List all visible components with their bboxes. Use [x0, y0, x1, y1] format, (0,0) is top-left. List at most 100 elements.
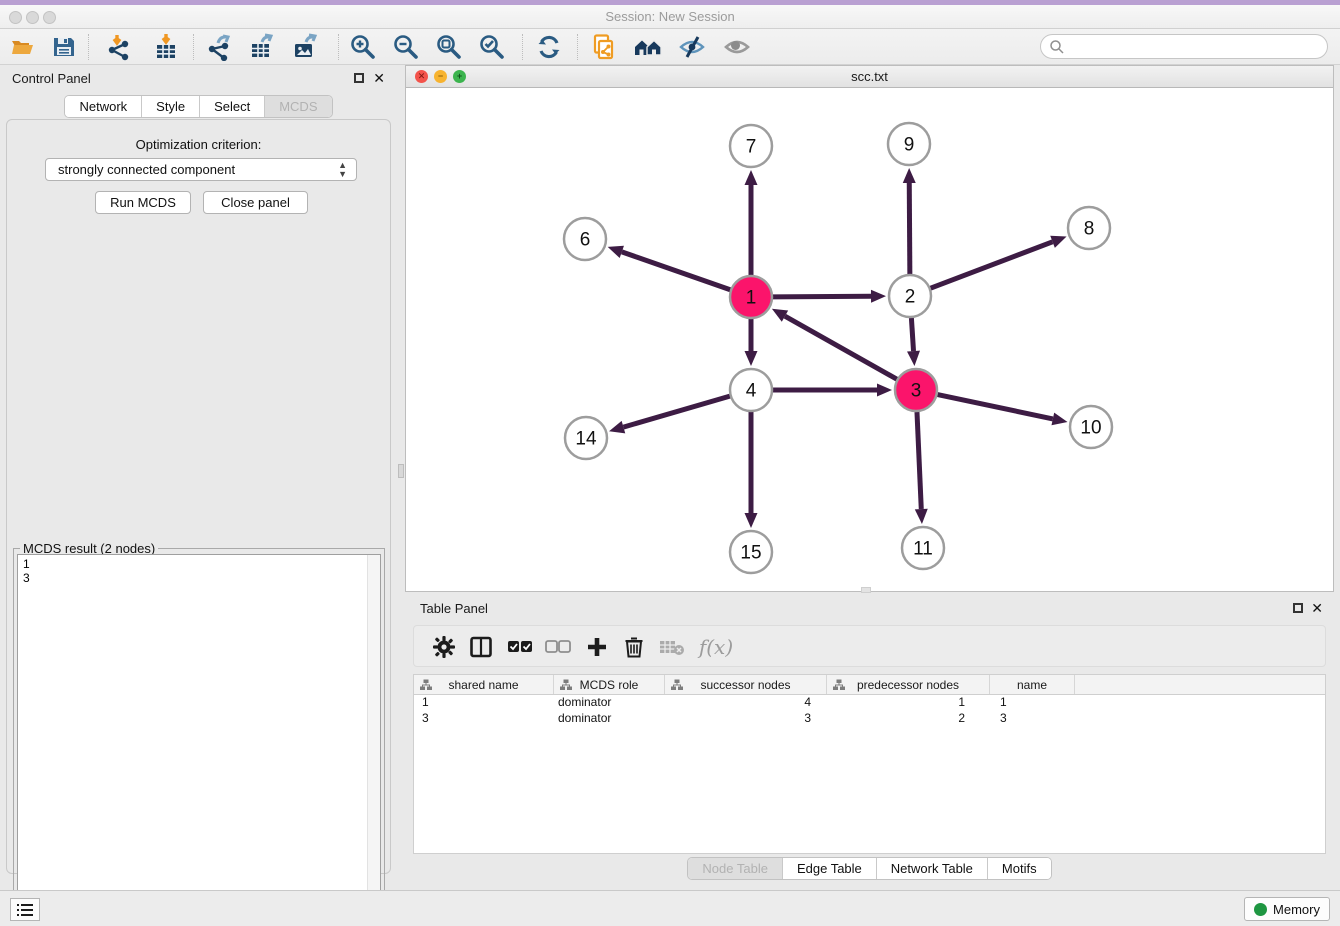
tab-network-table[interactable]: Network Table — [877, 858, 988, 879]
tab-motifs[interactable]: Motifs — [988, 858, 1051, 879]
zoom-selected-button[interactable] — [477, 33, 507, 61]
show-all-button[interactable] — [722, 33, 752, 61]
zoom-fit-icon — [435, 33, 463, 61]
delete-column-button[interactable] — [618, 633, 650, 661]
save-session-button[interactable] — [49, 33, 79, 61]
control-panel-title: Control Panel — [12, 71, 91, 86]
import-table-button[interactable] — [151, 33, 181, 61]
tab-select[interactable]: Select — [200, 96, 265, 117]
zoom-in-button[interactable] — [348, 33, 378, 61]
search-input[interactable] — [1067, 36, 1317, 57]
arrowhead-icon — [745, 351, 758, 366]
edge-1-2[interactable] — [773, 296, 871, 297]
column-header-MCDS-role[interactable]: MCDS role — [554, 675, 665, 694]
float-table-panel-icon[interactable] — [1293, 603, 1303, 613]
delete-table-button-disabled — [656, 633, 688, 661]
column-label: MCDS role — [580, 678, 639, 692]
zoom-out-button[interactable] — [391, 33, 421, 61]
save-disk-icon — [51, 34, 77, 60]
edge-3-11[interactable] — [917, 412, 921, 509]
tab-edge-table[interactable]: Edge Table — [783, 858, 877, 879]
node-table[interactable]: shared name MCDS role successor nodesprede… — [413, 674, 1326, 854]
zoom-fit-button[interactable] — [434, 33, 464, 61]
column-type-icon — [560, 679, 572, 691]
column-header-predecessor-nodes[interactable]: predecessor nodes — [827, 675, 990, 694]
unchecked-boxes-icon — [545, 639, 571, 655]
edge-3-1[interactable] — [785, 316, 897, 379]
zoom-selected-icon — [478, 33, 506, 61]
mcds-result-list[interactable]: 1 3 — [17, 554, 381, 925]
network-graph-canvas[interactable]: 7968124314101511 — [406, 88, 1333, 591]
float-panel-icon[interactable] — [354, 73, 364, 83]
column-header-successor-nodes[interactable]: successor nodes — [665, 675, 827, 694]
refresh-icon — [535, 33, 563, 61]
column-type-icon — [420, 679, 432, 691]
node-label-3: 3 — [911, 381, 922, 402]
edge-2-8[interactable] — [931, 242, 1053, 288]
node-label-14: 14 — [575, 429, 597, 450]
tab-network[interactable]: Network — [65, 96, 142, 117]
hide-selected-button[interactable] — [677, 33, 707, 61]
edge-1-6[interactable] — [622, 252, 730, 290]
toolbar-separator — [193, 34, 194, 60]
table-cell: 2 — [827, 711, 990, 727]
export-image-button[interactable] — [290, 33, 320, 61]
close-panel-icon[interactable]: ✕ — [373, 73, 385, 83]
refresh-layout-button[interactable] — [534, 33, 564, 61]
toggle-panel-button[interactable] — [465, 633, 497, 661]
node-label-4: 4 — [746, 381, 757, 402]
export-network-icon — [205, 33, 233, 61]
table-row[interactable]: 1dominator411 — [414, 695, 1325, 711]
open-folder-icon — [10, 34, 36, 60]
first-neighbors-button[interactable] — [633, 33, 663, 61]
deselect-all-button[interactable] — [542, 633, 574, 661]
delete-table-icon — [659, 638, 685, 656]
column-header-shared-name[interactable]: shared name — [414, 675, 554, 694]
network-window-title: scc.txt — [406, 66, 1333, 88]
memory-button[interactable]: Memory — [1244, 897, 1330, 921]
export-table-button[interactable] — [247, 33, 277, 61]
select-all-button[interactable] — [504, 633, 536, 661]
table-cell: dominator — [554, 695, 665, 711]
window-title: Session: New Session — [0, 5, 1340, 29]
tab-node-table[interactable]: Node Table — [688, 858, 783, 879]
close-panel-button[interactable]: Close panel — [203, 191, 308, 214]
mcds-result-groupbox: MCDS result (2 nodes) 1 3 — [13, 548, 385, 926]
arrowhead-icon — [608, 246, 624, 258]
arrowhead-icon — [1051, 413, 1067, 426]
table-row[interactable]: 3dominator323 — [414, 711, 1325, 727]
table-cell: 3 — [665, 711, 827, 727]
tab-style[interactable]: Style — [142, 96, 200, 117]
vertical-divider-handle[interactable] — [398, 464, 404, 478]
export-network-button[interactable] — [204, 33, 234, 61]
app-titlebar: Session: New Session — [0, 5, 1340, 29]
tab-mcds[interactable]: MCDS — [265, 96, 331, 117]
edge-2-9[interactable] — [909, 183, 910, 274]
open-session-button[interactable] — [8, 33, 38, 61]
horizontal-divider-handle[interactable] — [861, 587, 871, 593]
column-header-name[interactable]: name — [990, 675, 1075, 694]
edge-4-14[interactable] — [623, 396, 729, 427]
run-mcds-button[interactable]: Run MCDS — [95, 191, 191, 214]
add-column-button[interactable] — [581, 633, 613, 661]
split-columns-icon — [469, 635, 493, 659]
clone-network-button[interactable] — [589, 33, 619, 61]
edge-2-3[interactable] — [911, 318, 913, 351]
table-settings-button[interactable] — [428, 633, 460, 661]
plus-icon — [586, 636, 608, 658]
import-network-button[interactable] — [104, 33, 134, 61]
task-history-button[interactable] — [10, 898, 40, 921]
search-box[interactable] — [1040, 34, 1328, 59]
toolbar-separator — [522, 34, 523, 60]
toolbar-separator — [577, 34, 578, 60]
arrowhead-icon — [907, 351, 920, 366]
close-table-panel-icon[interactable]: ✕ — [1311, 603, 1323, 613]
criterion-dropdown[interactable]: strongly connected component ▲▼ — [45, 158, 357, 181]
function-builder-button-disabled: f(x) — [694, 633, 738, 661]
houses-icon — [633, 34, 663, 60]
arrowhead-icon — [609, 421, 625, 433]
edge-3-10[interactable] — [938, 395, 1053, 419]
checked-boxes-icon — [507, 639, 533, 655]
mcds-result-scrollbar[interactable] — [367, 555, 380, 924]
arrowhead-icon — [915, 509, 928, 524]
